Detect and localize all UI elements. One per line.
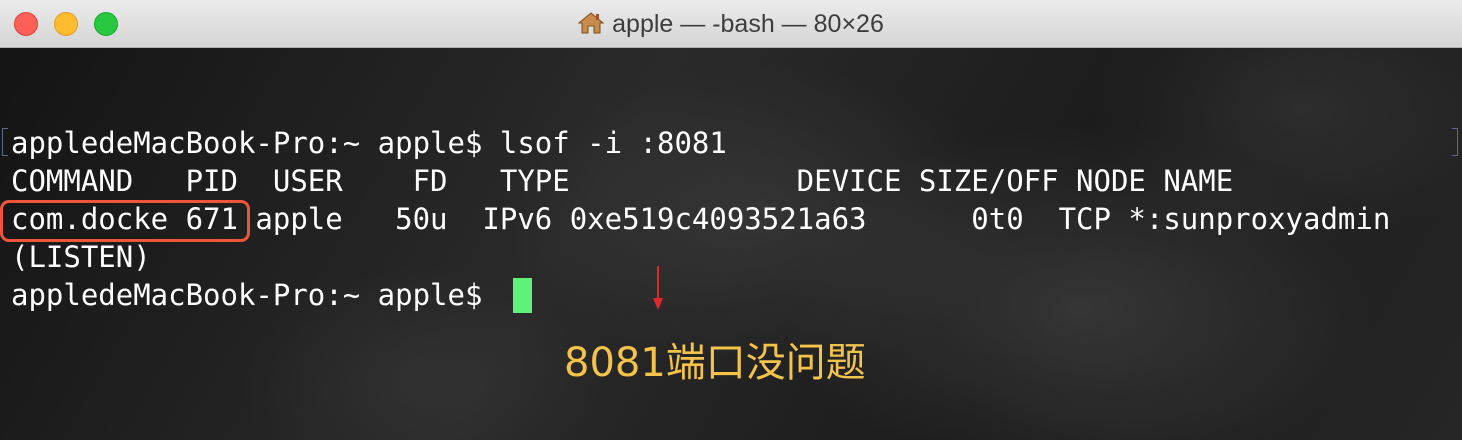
home-icon [577, 3, 605, 51]
terminal-line-result-wrap: (LISTEN) [11, 240, 151, 274]
terminal-content[interactable]: appledeMacBook-Pro:~ apple$ lsof -i :808… [0, 48, 1462, 440]
terminal-line-header: COMMAND PID USER FD TYPE DEVICE SIZE/OFF… [11, 164, 1234, 198]
window-title: apple — -bash — 80×26 [612, 10, 884, 38]
terminal-window: apple — -bash — 80×26 appledeMacBook-Pro… [0, 0, 1462, 440]
down-arrow-icon [653, 266, 663, 310]
mark-bracket-right [1452, 128, 1458, 156]
terminal-line-prompt: appledeMacBook-Pro:~ apple$ [11, 278, 500, 312]
highlight-box [0, 200, 250, 242]
window-title-area: apple — -bash — 80×26 [0, 0, 1462, 48]
mark-bracket-left [2, 128, 8, 156]
title-bar[interactable]: apple — -bash — 80×26 [0, 0, 1462, 48]
terminal-line-command: appledeMacBook-Pro:~ apple$ lsof -i :808… [11, 126, 727, 160]
annotation-text: 8081端口没问题 [564, 340, 866, 386]
terminal-cursor [513, 278, 532, 313]
